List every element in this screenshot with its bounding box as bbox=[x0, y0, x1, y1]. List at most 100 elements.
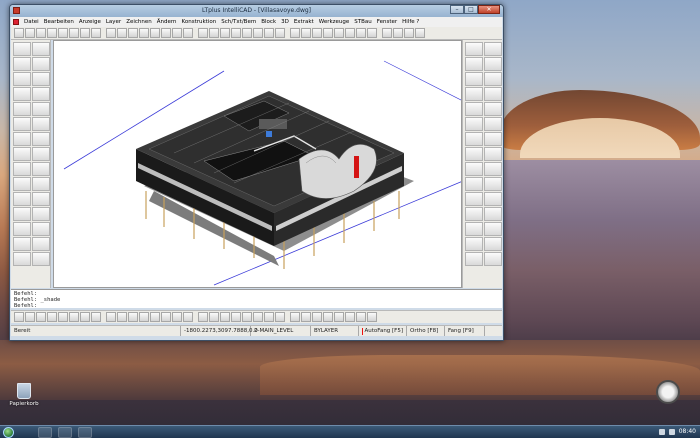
render-tool-icon-26[interactable] bbox=[301, 312, 311, 322]
render-tool-icon-17[interactable] bbox=[198, 312, 208, 322]
modify-tool-icon-1[interactable] bbox=[465, 42, 483, 56]
draw-tool-icon-15[interactable] bbox=[13, 147, 31, 161]
toolbar-tool-icon-33[interactable] bbox=[382, 28, 392, 38]
draw-tool-icon-22[interactable] bbox=[32, 192, 50, 206]
toolbar-tool-icon-19[interactable] bbox=[220, 28, 230, 38]
toolbar-tool-icon-26[interactable] bbox=[301, 28, 311, 38]
render-tool-icon-20[interactable] bbox=[231, 312, 241, 322]
toolbar-tool-icon-9[interactable] bbox=[106, 28, 116, 38]
toolbar-tool-icon-28[interactable] bbox=[323, 28, 333, 38]
render-tool-icon-23[interactable] bbox=[264, 312, 274, 322]
render-tool-icon-18[interactable] bbox=[209, 312, 219, 322]
modify-tool-icon-13[interactable] bbox=[465, 132, 483, 146]
draw-tool-icon-5[interactable] bbox=[13, 72, 31, 86]
modify-tool-icon-30[interactable] bbox=[484, 252, 502, 266]
modify-tool-icon-26[interactable] bbox=[484, 222, 502, 236]
modify-tool-icon-7[interactable] bbox=[465, 87, 483, 101]
toolbar-tool-icon-27[interactable] bbox=[312, 28, 322, 38]
menu-fenster[interactable]: Fenster bbox=[377, 19, 397, 25]
toolbar-tool-icon-16[interactable] bbox=[183, 28, 193, 38]
draw-tool-icon-19[interactable] bbox=[13, 177, 31, 191]
render-tool-icon-25[interactable] bbox=[290, 312, 300, 322]
render-tool-icon-29[interactable] bbox=[334, 312, 344, 322]
modify-tool-icon-6[interactable] bbox=[484, 72, 502, 86]
toolbar-tool-icon-32[interactable] bbox=[367, 28, 377, 38]
draw-tool-icon-6[interactable] bbox=[32, 72, 50, 86]
toolbar-tool-icon-21[interactable] bbox=[242, 28, 252, 38]
render-tool-icon-24[interactable] bbox=[275, 312, 285, 322]
render-tool-icon-7[interactable] bbox=[80, 312, 90, 322]
draw-tool-icon-28[interactable] bbox=[32, 237, 50, 251]
toolbar-tool-icon-14[interactable] bbox=[161, 28, 171, 38]
toolbar-tool-icon-36[interactable] bbox=[415, 28, 425, 38]
modify-tool-icon-9[interactable] bbox=[465, 102, 483, 116]
menu-zeichnen[interactable]: Zeichnen bbox=[126, 19, 152, 25]
toolbar-tool-icon-1[interactable] bbox=[14, 28, 24, 38]
draw-tool-icon-7[interactable] bbox=[13, 87, 31, 101]
status-ortho[interactable]: Ortho [F8] bbox=[407, 326, 445, 336]
draw-tool-icon-27[interactable] bbox=[13, 237, 31, 251]
modify-tool-icon-25[interactable] bbox=[465, 222, 483, 236]
render-tool-icon-9[interactable] bbox=[106, 312, 116, 322]
draw-tool-icon-17[interactable] bbox=[13, 162, 31, 176]
modify-tool-icon-2[interactable] bbox=[484, 42, 502, 56]
draw-tool-icon-29[interactable] bbox=[13, 252, 31, 266]
render-tool-icon-10[interactable] bbox=[117, 312, 127, 322]
menu-anzeige[interactable]: Anzeige bbox=[79, 19, 101, 25]
menu-extrakt[interactable]: Extrakt bbox=[294, 19, 314, 25]
draw-tool-icon-11[interactable] bbox=[13, 117, 31, 131]
explorer-task-button[interactable] bbox=[38, 427, 52, 438]
drawing-canvas[interactable] bbox=[53, 40, 462, 288]
toolbar-tool-icon-7[interactable] bbox=[80, 28, 90, 38]
menu-block[interactable]: Block bbox=[261, 19, 276, 25]
maximize-button[interactable]: □ bbox=[464, 5, 478, 14]
render-tool-icon-21[interactable] bbox=[242, 312, 252, 322]
menu-3d[interactable]: 3D bbox=[281, 19, 289, 25]
draw-tool-icon-1[interactable] bbox=[13, 42, 31, 56]
network-icon[interactable] bbox=[658, 428, 665, 435]
render-tool-icon-2[interactable] bbox=[25, 312, 35, 322]
draw-tool-icon-20[interactable] bbox=[32, 177, 50, 191]
status-layer[interactable]: 2-MAIN_LEVEL bbox=[251, 326, 311, 336]
toolbar-tool-icon-15[interactable] bbox=[172, 28, 182, 38]
modify-tool-icon-3[interactable] bbox=[465, 57, 483, 71]
toolbar-tool-icon-10[interactable] bbox=[117, 28, 127, 38]
status-linetype[interactable]: BYLAYER bbox=[311, 326, 359, 336]
render-tool-icon-11[interactable] bbox=[128, 312, 138, 322]
toolbar-tool-icon-30[interactable] bbox=[345, 28, 355, 38]
toolbar-tool-icon-17[interactable] bbox=[198, 28, 208, 38]
draw-tool-icon-2[interactable] bbox=[32, 42, 50, 56]
toolbar-tool-icon-12[interactable] bbox=[139, 28, 149, 38]
modify-tool-icon-11[interactable] bbox=[465, 117, 483, 131]
clock[interactable]: 08:40 bbox=[679, 428, 696, 435]
close-button[interactable]: ✕ bbox=[478, 5, 500, 14]
toolbar-tool-icon-34[interactable] bbox=[393, 28, 403, 38]
render-tool-icon-12[interactable] bbox=[139, 312, 149, 322]
modify-tool-icon-16[interactable] bbox=[484, 147, 502, 161]
toolbar-tool-icon-22[interactable] bbox=[253, 28, 263, 38]
toolbar-tool-icon-35[interactable] bbox=[404, 28, 414, 38]
render-tool-icon-13[interactable] bbox=[150, 312, 160, 322]
toolbar-tool-icon-3[interactable] bbox=[36, 28, 46, 38]
toolbar-tool-icon-20[interactable] bbox=[231, 28, 241, 38]
toolbar-tool-icon-2[interactable] bbox=[25, 28, 35, 38]
draw-tool-icon-18[interactable] bbox=[32, 162, 50, 176]
menu-layer[interactable]: Layer bbox=[106, 19, 121, 25]
menu-hilfe[interactable]: Hilfe ? bbox=[402, 19, 419, 25]
toolbar-tool-icon-5[interactable] bbox=[58, 28, 68, 38]
menu-aendern[interactable]: Ändern bbox=[157, 19, 177, 25]
command-line[interactable]: Befehl: Befehl: _shade Befehl: bbox=[11, 289, 502, 309]
modify-tool-icon-4[interactable] bbox=[484, 57, 502, 71]
render-tool-icon-1[interactable] bbox=[14, 312, 24, 322]
render-tool-icon-31[interactable] bbox=[356, 312, 366, 322]
toolbar-tool-icon-24[interactable] bbox=[275, 28, 285, 38]
media-task-button[interactable] bbox=[58, 427, 72, 438]
modify-tool-icon-15[interactable] bbox=[465, 147, 483, 161]
draw-tool-icon-21[interactable] bbox=[13, 192, 31, 206]
draw-tool-icon-12[interactable] bbox=[32, 117, 50, 131]
render-tool-icon-28[interactable] bbox=[323, 312, 333, 322]
toolbar-tool-icon-29[interactable] bbox=[334, 28, 344, 38]
modify-tool-icon-20[interactable] bbox=[484, 177, 502, 191]
modify-tool-icon-22[interactable] bbox=[484, 192, 502, 206]
draw-tool-icon-16[interactable] bbox=[32, 147, 50, 161]
